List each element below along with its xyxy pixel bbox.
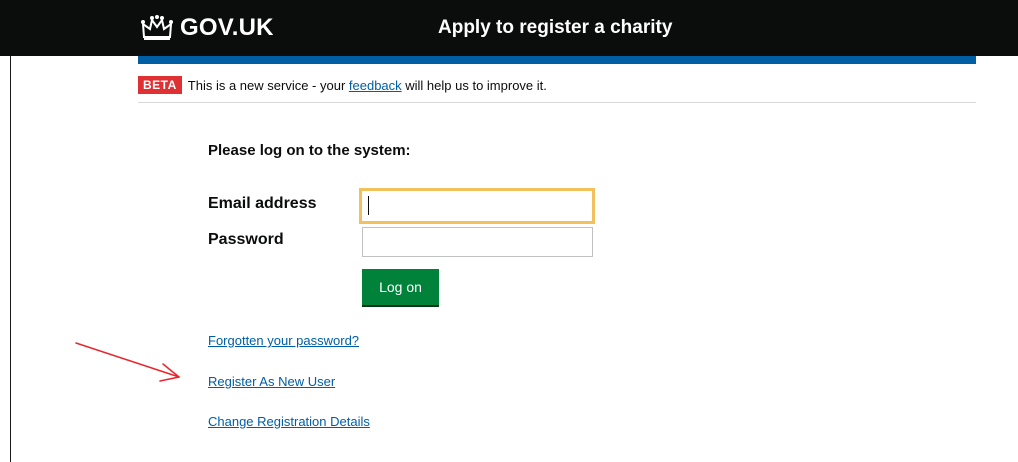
- govuk-logo-link[interactable]: GOV.UK: [140, 0, 274, 56]
- banner-divider: [138, 102, 976, 103]
- login-heading: Please log on to the system:: [208, 142, 411, 159]
- logo-text: GOV.UK: [180, 14, 274, 41]
- forgot-password-link[interactable]: Forgotten your password?: [208, 333, 359, 348]
- header-bar: GOV.UK Apply to register a charity: [0, 0, 1018, 56]
- text-caret: [368, 196, 369, 215]
- service-name[interactable]: Apply to register a charity: [438, 0, 672, 56]
- beta-tag: BETA: [138, 76, 182, 94]
- password-input[interactable]: [362, 227, 593, 257]
- page-left-border: [10, 56, 11, 462]
- email-label: Email address: [208, 195, 317, 212]
- password-label: Password: [208, 231, 284, 248]
- phase-banner: BETA This is a new service - your feedba…: [138, 74, 976, 96]
- header-blue-bar: [138, 56, 976, 64]
- email-input[interactable]: [359, 188, 595, 224]
- phase-banner-text: This is a new service - your feedback wi…: [188, 78, 547, 93]
- feedback-link[interactable]: feedback: [349, 78, 402, 93]
- phase-text-before: This is a new service - your: [187, 77, 349, 93]
- red-arrow-annotation: [75, 342, 180, 382]
- log-on-button[interactable]: Log on: [362, 269, 439, 305]
- phase-text-after: will help us to improve it.: [401, 77, 547, 93]
- change-registration-link[interactable]: Change Registration Details: [208, 414, 370, 429]
- crown-icon: [141, 15, 173, 40]
- register-new-user-link[interactable]: Register As New User: [208, 374, 335, 389]
